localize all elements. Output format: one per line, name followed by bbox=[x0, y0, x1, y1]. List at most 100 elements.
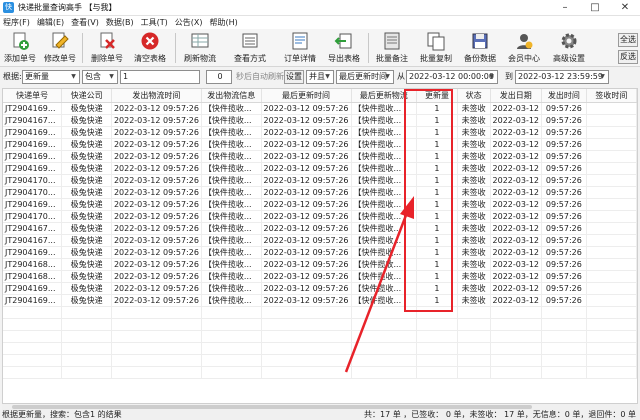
cell-tracking-number: JT2904167... bbox=[3, 114, 63, 127]
cell-last-update-time: 2022-03-12 09:57:26 bbox=[261, 102, 352, 115]
cell-sent-clock: 09:57:26 bbox=[541, 102, 587, 115]
column-header-last-update-info[interactable]: 最后更新物流 bbox=[351, 89, 418, 103]
search-text-input[interactable]: 1 bbox=[120, 70, 200, 84]
empty-cell bbox=[490, 354, 543, 367]
cell-courier: 极兔快递 bbox=[61, 282, 112, 295]
time-field-select[interactable]: 最后更新时间 ▼ bbox=[336, 70, 394, 84]
column-header-tracking-number[interactable]: 快递单号 bbox=[3, 89, 63, 103]
from-datetime-picker[interactable]: 2022-03-12 00:00:00 ▼ bbox=[406, 70, 498, 84]
cell-status: 未签收 bbox=[457, 282, 491, 295]
field-select[interactable]: 更新量 ▼ bbox=[22, 70, 80, 84]
table-row[interactable]: JT2904169... 极兔快递 2022-03-12 09:57:26 【快件揽收… bbox=[3, 246, 637, 259]
cell-last-update-time: 2022-03-12 09:57:26 bbox=[261, 234, 352, 247]
empty-cell bbox=[3, 330, 63, 343]
column-header-signed-time[interactable]: 签收时间 bbox=[586, 89, 637, 103]
menu-edit[interactable]: 编辑(E) bbox=[37, 17, 64, 28]
table-row[interactable]: JT2904169... 极兔快递 2022-03-12 09:57:26 【快件揽收… bbox=[3, 138, 637, 151]
cell-sent-date: 2022-03-12 bbox=[490, 114, 543, 127]
settings-button[interactable]: 设置 bbox=[284, 70, 304, 84]
logic-select[interactable]: 并且 ▼ bbox=[306, 70, 334, 84]
add-number-button[interactable]: 添加单号 bbox=[2, 31, 38, 65]
chevron-down-icon: ▼ bbox=[71, 73, 76, 80]
refresh-logistics-button[interactable]: 刷新物流 bbox=[180, 31, 220, 65]
column-header-update-count[interactable]: 更新量 bbox=[416, 89, 458, 103]
table-row[interactable]: JT2904168... 极兔快递 2022-03-12 09:57:26 【快件揽收… bbox=[3, 258, 637, 271]
member-center-button[interactable]: 会员中心 bbox=[504, 31, 544, 65]
empty-cell bbox=[111, 342, 202, 355]
delete-number-button[interactable]: 删除单号 bbox=[88, 31, 126, 65]
cell-tracking-number: JT2904169... bbox=[3, 198, 63, 211]
cell-courier: 极兔快递 bbox=[61, 126, 112, 139]
cell-last-update-info: 【快件揽收... bbox=[351, 294, 418, 307]
maximize-icon[interactable]: □ bbox=[580, 0, 610, 16]
menu-help[interactable]: 帮助(H) bbox=[209, 17, 237, 28]
cell-sent-date: 2022-03-12 bbox=[490, 282, 543, 295]
operator-select[interactable]: 包含 ▼ bbox=[82, 70, 118, 84]
batch-note-button[interactable]: 批量备注 bbox=[372, 31, 412, 65]
order-detail-button[interactable]: 订单详情 bbox=[280, 31, 320, 65]
export-table-button[interactable]: 导出表格 bbox=[324, 31, 364, 65]
table-row[interactable]: JT2904169... 极兔快递 2022-03-12 09:57:26 【快件揽收… bbox=[3, 150, 637, 163]
empty-cell bbox=[457, 318, 491, 331]
advanced-settings-button[interactable]: 高级设置 bbox=[548, 31, 590, 65]
to-label: 到 bbox=[505, 72, 513, 81]
empty-cell bbox=[3, 318, 63, 331]
empty-cell bbox=[416, 354, 458, 367]
column-header-courier[interactable]: 快递公司 bbox=[61, 89, 112, 103]
column-header-sent-date[interactable]: 发出日期 bbox=[490, 89, 543, 103]
empty-row bbox=[3, 354, 637, 367]
column-header-sent-time[interactable]: 发出物流时间 bbox=[111, 89, 202, 103]
cell-tracking-number: JT2904170... bbox=[3, 174, 63, 187]
table-row[interactable]: JT2904169... 极兔快递 2022-03-12 09:57:26 【快件揽收… bbox=[3, 162, 637, 175]
table-row[interactable]: JT2904167... 极兔快递 2022-03-12 09:57:26 【快件揽收… bbox=[3, 222, 637, 235]
close-icon[interactable]: ✕ bbox=[610, 0, 640, 16]
column-header-status[interactable]: 状态 bbox=[457, 89, 491, 103]
minimize-icon[interactable]: – bbox=[550, 0, 580, 16]
table-row[interactable]: JT2904170... 极兔快递 2022-03-12 09:57:26 【快件揽收… bbox=[3, 186, 637, 199]
table-row[interactable]: JT2904167... 极兔快递 2022-03-12 09:57:26 【快件揽收… bbox=[3, 234, 637, 247]
table-row[interactable]: JT2904169... 极兔快递 2022-03-12 09:57:26 【快件揽收… bbox=[3, 282, 637, 295]
empty-cell bbox=[111, 318, 202, 331]
table-row[interactable]: JT2904169... 极兔快递 2022-03-12 09:57:26 【快件揽收… bbox=[3, 294, 637, 307]
clear-table-button[interactable]: 清空表格 bbox=[130, 31, 170, 65]
column-header-sent-info[interactable]: 发出物流信息 bbox=[201, 89, 262, 103]
table-row[interactable]: JT2904169... 极兔快递 2022-03-12 09:57:26 【快件揽收… bbox=[3, 102, 637, 115]
column-header-last-update-time[interactable]: 最后更新时间 bbox=[261, 89, 352, 103]
empty-cell bbox=[201, 318, 262, 331]
cell-sent-time: 2022-03-12 09:57:26 bbox=[111, 246, 202, 259]
select-all-button[interactable]: 全选 bbox=[618, 33, 638, 47]
menu-program[interactable]: 程序(F) bbox=[3, 17, 30, 28]
table-row[interactable]: JT2904170... 极兔快递 2022-03-12 09:57:26 【快件揽收… bbox=[3, 210, 637, 223]
cell-update-count: 1 bbox=[416, 150, 458, 163]
menu-view[interactable]: 查看(V) bbox=[71, 17, 99, 28]
scrollbar-thumb[interactable] bbox=[12, 405, 532, 409]
table-row[interactable]: JT2904169... 极兔快递 2022-03-12 09:57:26 【快件揽收… bbox=[3, 126, 637, 139]
view-mode-button[interactable]: 查看方式 bbox=[224, 31, 276, 65]
cell-last-update-info: 【快件揽收... bbox=[351, 126, 418, 139]
cell-status: 未签收 bbox=[457, 138, 491, 151]
menu-tools[interactable]: 工具(T) bbox=[141, 17, 168, 28]
batch-copy-button[interactable]: 批量复制 bbox=[416, 31, 456, 65]
table-row[interactable]: JT2904169... 极兔快递 2022-03-12 09:57:26 【快件揽收… bbox=[3, 198, 637, 211]
modify-number-button[interactable]: 修改单号 bbox=[42, 31, 78, 65]
cell-tracking-number: JT2904170... bbox=[3, 186, 63, 199]
column-header-sent-clock[interactable]: 发出时间 bbox=[541, 89, 587, 103]
empty-cell bbox=[586, 354, 637, 367]
invert-selection-button[interactable]: 反选 bbox=[618, 50, 638, 64]
cell-update-count: 1 bbox=[416, 138, 458, 151]
table-row[interactable]: JT2904167... 极兔快递 2022-03-12 09:57:26 【快件揽收… bbox=[3, 114, 637, 127]
table-row[interactable]: JT2904168... 极兔快递 2022-03-12 09:57:26 【快件揽收… bbox=[3, 270, 637, 283]
cell-signed-time bbox=[586, 186, 637, 199]
empty-cell bbox=[541, 342, 587, 355]
empty-cell bbox=[541, 366, 587, 379]
auto-refresh-seconds-input[interactable]: 0 bbox=[206, 70, 232, 84]
menu-data[interactable]: 数据(B) bbox=[106, 17, 134, 28]
cell-courier: 极兔快递 bbox=[61, 138, 112, 151]
to-datetime-picker[interactable]: 2022-03-12 23:59:59 ▼ bbox=[515, 70, 609, 84]
cell-status: 未签收 bbox=[457, 198, 491, 211]
menu-notice[interactable]: 公告(X) bbox=[175, 17, 203, 28]
table-row[interactable]: JT2904170... 极兔快递 2022-03-12 09:57:26 【快件揽收… bbox=[3, 174, 637, 187]
cell-sent-clock: 09:57:26 bbox=[541, 222, 587, 235]
cell-update-count: 1 bbox=[416, 162, 458, 175]
backup-data-button[interactable]: 备份数据 bbox=[460, 31, 500, 65]
